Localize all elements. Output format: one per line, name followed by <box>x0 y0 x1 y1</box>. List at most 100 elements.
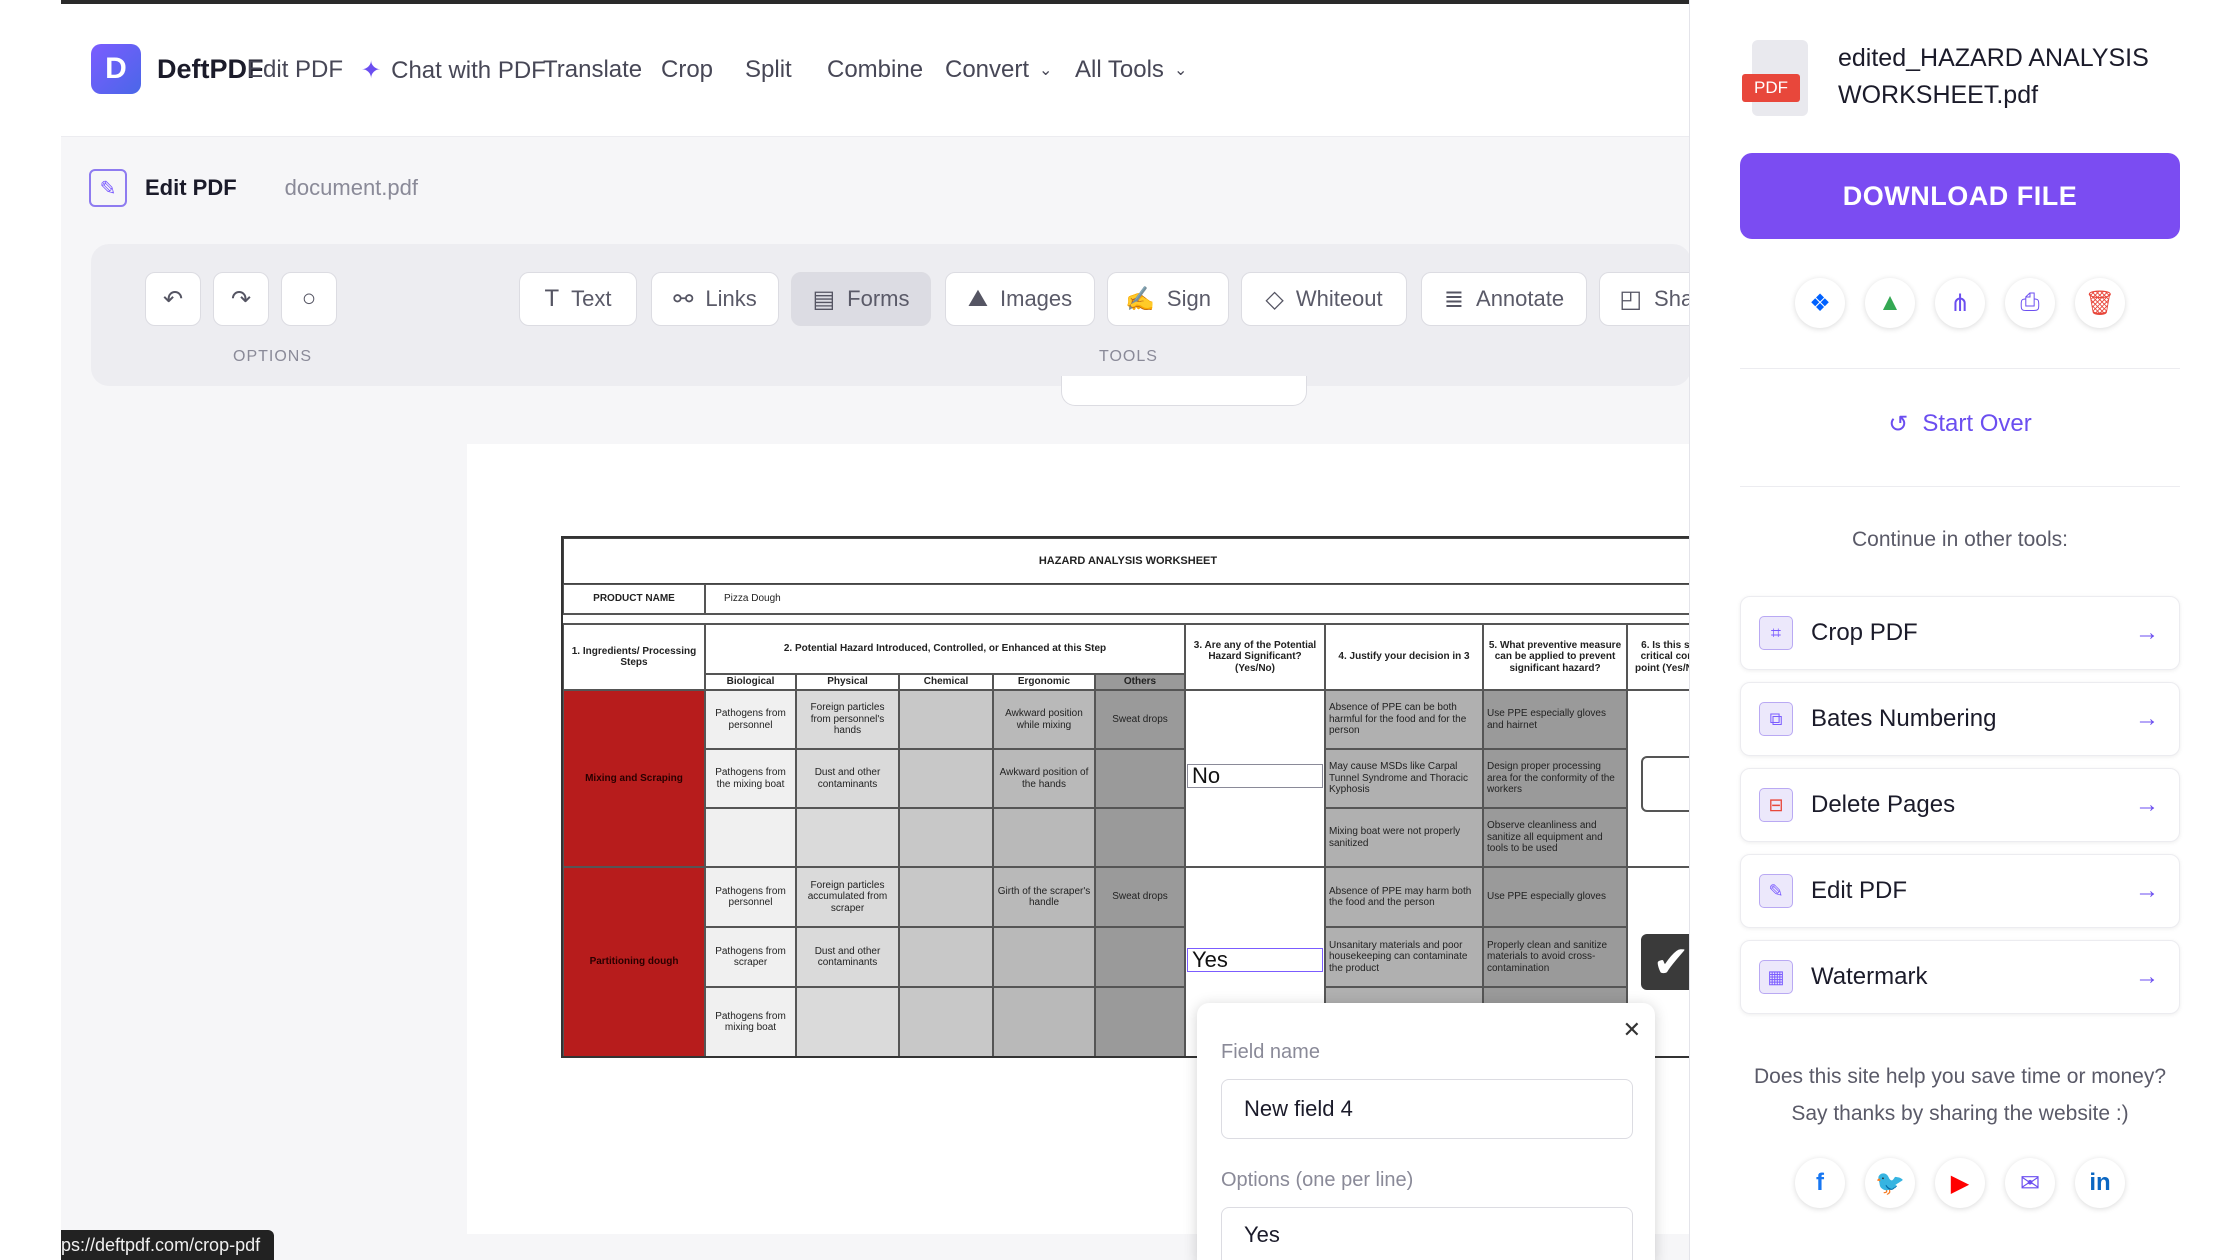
cell-prev-2: Design proper processing area for the co… <box>1483 749 1627 808</box>
chevron-down-icon: ⌄ <box>1039 62 1053 79</box>
step-mixing: Mixing and Scraping <box>563 690 705 867</box>
undo-arrow-icon: ↺ <box>1888 411 1909 438</box>
print-icon[interactable]: ⎙ <box>2005 278 2055 328</box>
youtube-icon[interactable]: ▶ <box>1935 1158 1985 1208</box>
crop-icon: ⌗ <box>1759 616 1793 650</box>
options-label: OPTIONS <box>233 348 313 365</box>
cell-oth-6 <box>1095 987 1185 1056</box>
undo-button[interactable]: ↶ <box>145 272 201 326</box>
close-icon[interactable]: ✕ <box>1623 1017 1641 1043</box>
field-name-label: Field name <box>1221 1041 1320 1063</box>
tool-text[interactable]: T Text <box>519 272 637 326</box>
options-textarea[interactable]: Yes <box>1221 1207 1633 1260</box>
cell-prev-3: Observe cleanliness and sanitize all equ… <box>1483 808 1627 867</box>
forms-icon: ▤ <box>812 285 836 313</box>
tool-card-edit-pdf[interactable]: ✎ Edit PDF → <box>1740 854 2180 928</box>
tool-card-watermark[interactable]: ▦ Watermark → <box>1740 940 2180 1014</box>
tool-forms[interactable]: ▤ Forms <box>791 272 931 326</box>
cell-chem-3 <box>899 808 993 867</box>
redo-button[interactable]: ↷ <box>213 272 269 326</box>
nav-edit-pdf[interactable]: Edit PDF <box>247 56 343 84</box>
main-area: D DeftPDF Edit PDF ✦ Chat with PDF Transl… <box>61 0 1689 1260</box>
edit-pdf-icon: ✎ <box>1759 874 1793 908</box>
pdf-file-icon: PDF <box>1742 40 1808 118</box>
field-name-input[interactable]: New field 4 <box>1221 1079 1633 1139</box>
sub-ergonomic: Ergonomic <box>993 674 1095 690</box>
delete-pages-icon: ⊟ <box>1759 788 1793 822</box>
tool-images[interactable]: ⛰ Images <box>945 272 1095 326</box>
nav-crop[interactable]: Crop <box>661 56 713 84</box>
step-partitioning: Partitioning dough <box>563 867 705 1056</box>
checkbox-partitioning[interactable]: ✔ <box>1641 934 1689 990</box>
cell-bio-2: Pathogens from the mixing boat <box>705 749 796 808</box>
chevron-down-icon: ⌄ <box>1173 62 1188 79</box>
download-file-button[interactable]: DOWNLOAD FILE <box>1740 153 2180 239</box>
cell-just-3: Mixing boat were not properly sanitized <box>1325 808 1483 867</box>
cell-phy-3 <box>796 808 899 867</box>
image-icon: ⛰ <box>967 285 988 312</box>
edit-pdf-icon: ✎ <box>89 169 127 207</box>
facebook-icon[interactable]: f <box>1795 1158 1845 1208</box>
field-settings-popup: ✕ Field name New field 4 Options (one pe… <box>1197 1003 1655 1260</box>
nav-chat-with-pdf[interactable]: ✦ Chat with PDF <box>361 56 546 85</box>
trash-icon[interactable]: 🗑 <box>2075 278 2125 328</box>
share-icon[interactable]: ⋔ <box>1935 278 1985 328</box>
cell-chem-1 <box>899 690 993 749</box>
linkedin-icon[interactable]: in <box>2075 1158 2125 1208</box>
tool-card-delete-pages[interactable]: ⊟ Delete Pages → <box>1740 768 2180 842</box>
nav-split[interactable]: Split <box>745 56 792 84</box>
checkbox-mixing[interactable] <box>1641 756 1689 812</box>
nav-all-tools[interactable]: All Tools ⌄ <box>1075 56 1187 84</box>
tool-shapes[interactable]: ◰Shapes <box>1599 272 1689 326</box>
search-button[interactable]: ○ <box>281 272 337 326</box>
nav-combine[interactable]: Combine <box>827 56 923 84</box>
divider <box>1740 486 2180 487</box>
annotate-icon: ≣ <box>1443 285 1465 313</box>
bates-icon: ⧉ <box>1759 702 1793 736</box>
cell-bio-1: Pathogens from personnel <box>705 690 796 749</box>
cell-bio-5: Pathogens from scraper <box>705 927 796 987</box>
arrow-right-icon: → <box>2135 619 2159 646</box>
tool-links[interactable]: ⚯ Links <box>651 272 779 326</box>
cell-phy-6 <box>796 987 899 1056</box>
dropbox-icon[interactable]: ❖ <box>1795 278 1845 328</box>
cell-ergo-6 <box>993 987 1095 1056</box>
product-label: PRODUCT NAME <box>563 584 705 614</box>
field-no[interactable]: No <box>1187 763 1323 788</box>
field-yes[interactable]: Yes <box>1187 947 1323 972</box>
right-panel: PDF edited_HAZARD ANALYSIS WORKSHEET.pdf… <box>1689 0 2240 1260</box>
col-header-hazard: 2. Potential Hazard Introduced, Controll… <box>705 624 1185 674</box>
logo[interactable]: D DeftPDF <box>91 44 264 94</box>
tool-whiteout[interactable]: ◇ Whiteout <box>1241 272 1407 326</box>
tool-annotate[interactable]: ≣ Annotate <box>1421 272 1587 326</box>
col-header-preventive: 5. What preventive measure can be applie… <box>1483 624 1627 690</box>
arrow-right-icon: → <box>2135 705 2159 732</box>
toolbar: ↶ ↷ ○ OPTIONS T Text ⚯ Links ▤ Forms ⛰ Image… <box>91 244 1689 386</box>
cell-oth-5 <box>1095 927 1185 987</box>
cell-just-4: Absence of PPE may harm both the food an… <box>1325 867 1483 927</box>
logo-mark-icon: D <box>91 44 141 94</box>
nav-convert[interactable]: Convert ⌄ <box>945 56 1052 84</box>
arrow-right-icon: → <box>2135 963 2159 990</box>
document-filename[interactable]: document.pdf <box>285 175 418 201</box>
col-header-steps: 1. Ingredients/ Processing Steps <box>563 624 705 690</box>
tool-sign[interactable]: ✍ Sign <box>1107 272 1229 326</box>
tool-card-crop-pdf[interactable]: ⌗ Crop PDF → <box>1740 596 2180 670</box>
nav-translate[interactable]: Translate <box>543 56 642 84</box>
cell-oth-4: Sweat drops <box>1095 867 1185 927</box>
search-icon: ○ <box>301 285 317 312</box>
sparkle-icon: ✦ <box>361 57 382 84</box>
col-header-critical: 6. Is this st critical con point (Yes/No <box>1627 624 1689 690</box>
worksheet-title: HAZARD ANALYSIS WORKSHEET <box>563 538 1689 584</box>
edit-title: Edit PDF <box>145 175 237 200</box>
google-drive-icon[interactable]: ▲ <box>1865 278 1915 328</box>
check-icon: ✔ <box>1652 937 1689 987</box>
continue-label: Continue in other tools: <box>1852 528 2068 551</box>
text-icon: T <box>544 285 560 312</box>
tool-card-bates-numbering[interactable]: ⧉ Bates Numbering → <box>1740 682 2180 756</box>
email-icon[interactable]: ✉ <box>2005 1158 2055 1208</box>
cell-oth-2 <box>1095 749 1185 808</box>
file-info: PDF edited_HAZARD ANALYSIS WORKSHEET.pdf <box>1742 40 2178 118</box>
start-over-button[interactable]: ↺ Start Over <box>1740 410 2180 439</box>
twitter-icon[interactable]: 🐦 <box>1865 1158 1915 1208</box>
